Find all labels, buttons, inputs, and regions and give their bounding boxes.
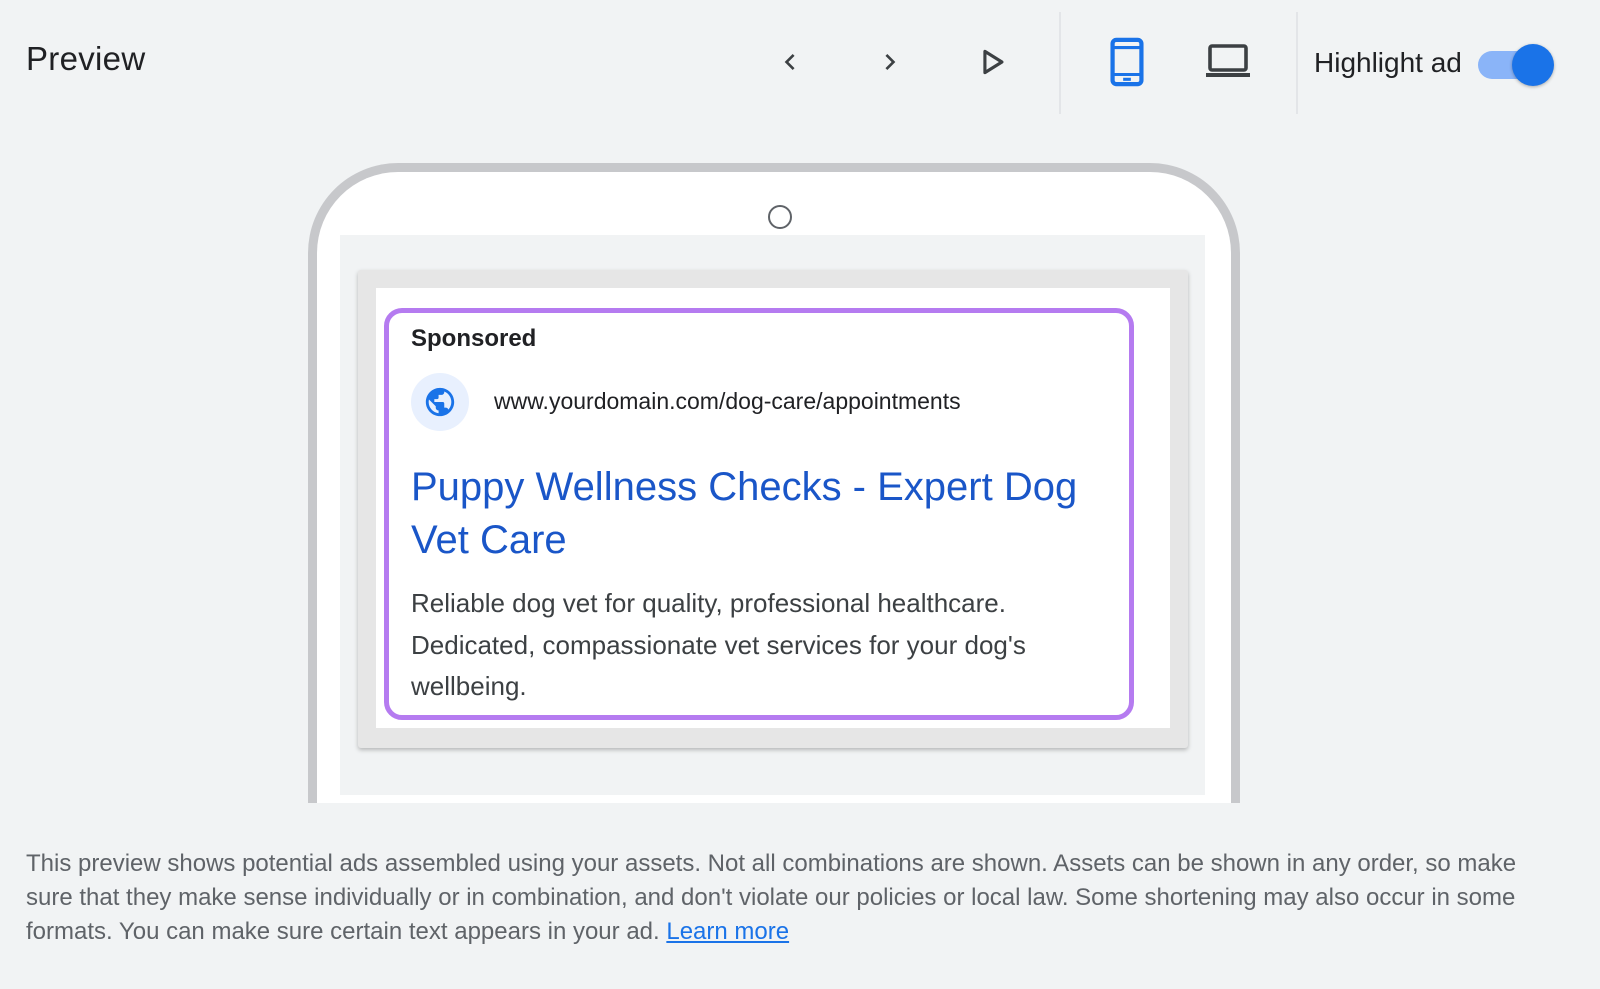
display-url: www.yourdomain.com/dog-care/appointments bbox=[494, 388, 961, 414]
ad-highlight-box: Sponsored www.yourdomain.com/dog-care/ap… bbox=[384, 308, 1134, 720]
favicon bbox=[411, 373, 469, 431]
chevron-left-icon bbox=[784, 54, 795, 70]
highlight-ad-toggle[interactable] bbox=[1478, 44, 1556, 86]
toolbar-divider bbox=[1296, 12, 1298, 114]
ad-card: Sponsored www.yourdomain.com/dog-care/ap… bbox=[358, 270, 1188, 748]
toolbar-divider bbox=[1059, 12, 1061, 114]
globe-icon bbox=[425, 387, 455, 417]
phone-camera bbox=[768, 205, 792, 229]
previous-button[interactable] bbox=[762, 34, 818, 90]
next-button[interactable] bbox=[862, 34, 918, 90]
laptop-icon bbox=[1206, 44, 1250, 77]
toggle-knob bbox=[1512, 44, 1554, 86]
phone-frame: Sponsored www.yourdomain.com/dog-care/ap… bbox=[308, 163, 1240, 803]
ad-card-body: Sponsored www.yourdomain.com/dog-care/ap… bbox=[376, 288, 1170, 728]
desktop-view-button[interactable] bbox=[1200, 34, 1256, 90]
play-button[interactable] bbox=[964, 34, 1020, 90]
highlight-ad-label: Highlight ad bbox=[1314, 47, 1462, 78]
preview-panel: Preview Highlight ad Sponsored www.yourd… bbox=[0, 0, 1600, 989]
ad-description: Reliable dog vet for quality, profession… bbox=[411, 588, 1026, 701]
chevron-right-icon bbox=[885, 54, 896, 70]
preview-disclaimer: This preview shows potential ads assembl… bbox=[26, 847, 1566, 949]
play-icon bbox=[983, 49, 1004, 75]
ad-headline[interactable]: Puppy Wellness Checks - Expert Dog Vet C… bbox=[411, 461, 1121, 567]
learn-more-link[interactable]: Learn more bbox=[666, 918, 789, 945]
smartphone-icon bbox=[1110, 37, 1144, 87]
sponsored-label: Sponsored bbox=[411, 325, 537, 352]
page-title: Preview bbox=[26, 40, 146, 77]
mobile-view-button[interactable] bbox=[1099, 34, 1155, 90]
phone-screen: Sponsored www.yourdomain.com/dog-care/ap… bbox=[340, 235, 1205, 795]
preview-header: Preview Highlight ad bbox=[0, 0, 1600, 125]
